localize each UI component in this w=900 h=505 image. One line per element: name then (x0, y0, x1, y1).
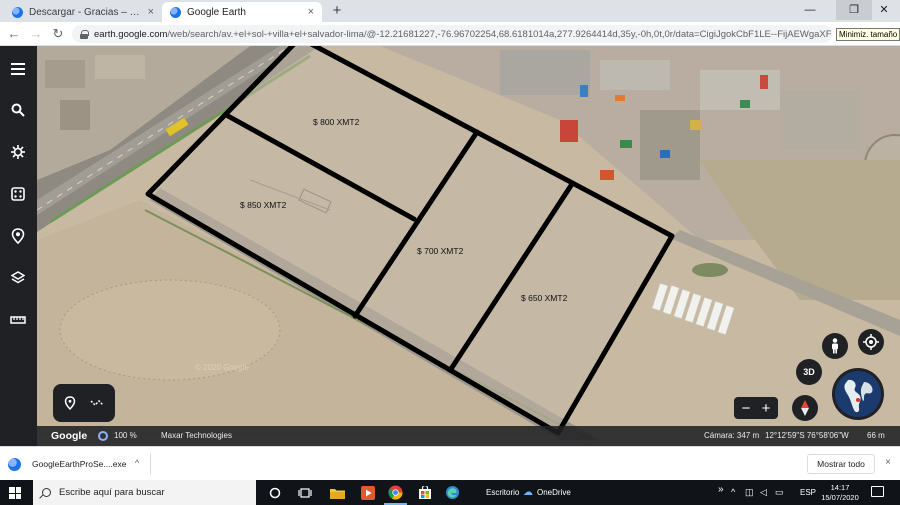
divider (150, 453, 151, 475)
crosshair-icon (863, 334, 879, 350)
network-icon[interactable]: ◫ (745, 480, 754, 505)
installer-file-icon (8, 457, 21, 471)
restore-tooltip: Minimiz. tamaño (836, 28, 900, 41)
earth-viewport[interactable]: $ 800 XMT2 $ 850 XMT2 $ 700 XMT2 $ 650 X… (0, 46, 900, 446)
loading-ring-icon (98, 431, 108, 441)
camera-altitude: Cámara: 347 m (704, 431, 760, 440)
pegman-icon (830, 338, 840, 354)
google-earth-favicon-icon (170, 6, 181, 18)
download-shelf: GoogleEarthProSe....exe ^ Mostrar todo × (0, 446, 900, 480)
zoom-out-button[interactable]: − (736, 400, 756, 417)
coordinates-readout[interactable]: 12°12'59"S 76°58'06"W (765, 426, 849, 446)
chrome-icon[interactable] (384, 484, 407, 505)
url-path: /web/search/av.+el+sol-+villa+el+salvado… (167, 28, 832, 40)
edge-icon[interactable] (444, 484, 461, 501)
reload-icon[interactable]: ↻ (50, 26, 66, 42)
pegman-button[interactable] (822, 333, 848, 359)
zoom-in-button[interactable]: + (756, 400, 776, 417)
google-earth-favicon-icon (12, 6, 23, 18)
lot-price-label: $ 850 XMT2 (240, 200, 287, 210)
measure-icon[interactable] (8, 310, 28, 330)
zoom-controls: − + (734, 397, 778, 419)
taskbar-search-placeholder: Escribe aquí para buscar (59, 487, 165, 498)
lot-price-label: $ 800 XMT2 (313, 117, 360, 127)
scale-readout[interactable]: 66 m (867, 426, 885, 446)
action-center-icon[interactable] (871, 486, 884, 497)
windows-start-icon[interactable] (9, 487, 21, 499)
window-close-button[interactable]: ✕ (866, 0, 900, 20)
download-item[interactable]: GoogleEarthProSe....exe (8, 455, 127, 473)
lock-icon[interactable] (80, 29, 89, 39)
path-icon[interactable] (90, 398, 104, 408)
taskbar-search-box[interactable]: Escribe aquí para buscar (33, 480, 256, 505)
media-player-icon[interactable] (359, 484, 376, 501)
url-host: earth.google.com (94, 28, 168, 40)
layers-icon[interactable] (8, 268, 28, 288)
taskbar-clock[interactable]: 14:17 15/07/2020 (818, 483, 862, 502)
voyager-icon[interactable] (8, 142, 28, 162)
cortana-icon[interactable] (266, 484, 283, 501)
new-tab-button[interactable]: + (328, 2, 346, 20)
onedrive-cloud-icon[interactable]: ☁ (523, 480, 533, 505)
browser-tab-strip: Descargar - Gracias – Google Ear × Googl… (0, 0, 900, 22)
download-file-name: GoogleEarthProSe....exe (32, 459, 127, 469)
show-hidden-icons-chevron-icon[interactable]: ^ (731, 480, 735, 505)
lot-price-label: $ 700 XMT2 (417, 246, 464, 256)
menu-icon[interactable] (8, 59, 28, 79)
forward-arrow-icon[interactable]: → (28, 26, 44, 42)
browser-toolbar: ← → ↻ earth.google.com/web/search/av.+el… (0, 22, 900, 46)
map-watermark: © 2020 Google (195, 363, 249, 372)
battery-icon[interactable]: ▭ (775, 480, 784, 505)
language-indicator[interactable]: ESP (800, 480, 816, 505)
tab-title: Descargar - Gracias – Google Ear (29, 6, 144, 18)
clock-time: 14:17 (830, 483, 850, 492)
globe-overview[interactable] (832, 368, 884, 420)
tab-close-icon[interactable]: × (308, 6, 314, 18)
compass-icon (799, 399, 811, 417)
search-icon[interactable] (8, 100, 28, 120)
3d-toggle-button[interactable]: 3D (796, 359, 822, 385)
earth-status-bar: Google 100 % Maxar Technologies Cámara: … (37, 426, 900, 446)
volume-icon[interactable]: ◁ (760, 480, 767, 505)
earth-sidebar (0, 46, 37, 446)
my-location-button[interactable] (858, 329, 884, 355)
tab-descargar[interactable]: Descargar - Gracias – Google Ear × (4, 2, 162, 22)
onedrive-label[interactable]: OneDrive (537, 480, 571, 505)
drawing-tools-panel (53, 384, 115, 422)
window-minimize-button[interactable]: — (792, 0, 828, 20)
download-options-chevron-icon[interactable]: ^ (130, 456, 144, 470)
search-icon (42, 488, 51, 497)
globe-icon (834, 370, 882, 418)
show-all-downloads-button[interactable]: Mostrar todo (807, 454, 875, 474)
task-view-icon[interactable] (296, 484, 313, 501)
google-logo: Google (51, 430, 88, 442)
tab-google-earth[interactable]: Google Earth × (162, 2, 322, 22)
compass-button[interactable] (792, 395, 818, 421)
satellite-map[interactable]: $ 800 XMT2 $ 850 XMT2 $ 700 XMT2 $ 650 X… (0, 46, 900, 446)
clock-date: 15/07/2020 (821, 492, 859, 502)
projects-icon[interactable] (8, 226, 28, 246)
store-icon[interactable] (416, 484, 433, 501)
tab-title: Google Earth (187, 6, 246, 18)
address-bar[interactable]: earth.google.com/web/search/av.+el+sol-+… (72, 25, 832, 43)
back-arrow-icon[interactable]: ← (6, 26, 22, 42)
tab-close-icon[interactable]: × (148, 6, 154, 18)
dice-icon[interactable] (8, 184, 28, 204)
desktop-toolbar-label[interactable]: Escritorio (486, 480, 519, 505)
lot-price-label: $ 650 XMT2 (521, 293, 568, 303)
toolbar-overflow-icon[interactable]: » (718, 477, 724, 502)
file-explorer-icon[interactable] (329, 484, 346, 501)
load-percentage: 100 % (114, 431, 137, 440)
close-shelf-icon[interactable]: × (881, 456, 895, 470)
windows-taskbar: Escribe aquí para buscar Escritorio ☁ On… (0, 480, 900, 505)
placemark-icon[interactable] (64, 396, 76, 410)
imagery-credit[interactable]: Maxar Technologies (161, 426, 232, 446)
